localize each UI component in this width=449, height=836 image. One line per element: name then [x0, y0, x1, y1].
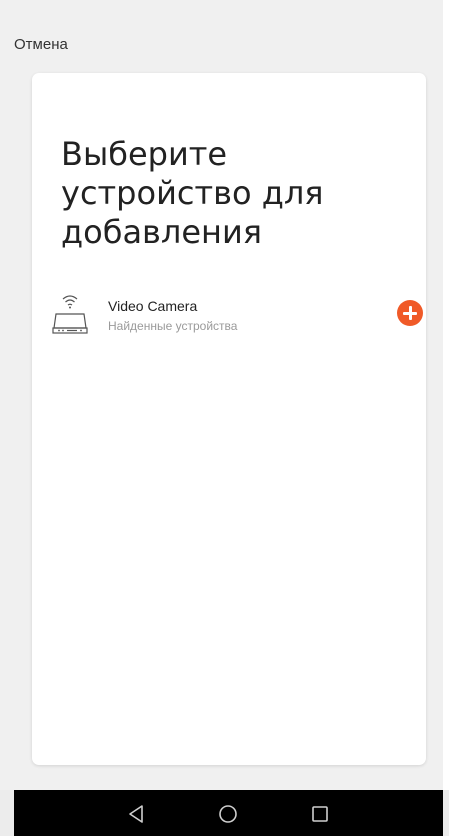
- home-circle-icon[interactable]: [216, 802, 240, 826]
- device-list-item[interactable]: Video Camera Найденные устройства: [50, 291, 423, 337]
- recents-square-icon[interactable]: [308, 802, 332, 826]
- system-nav-bar: [14, 790, 443, 836]
- device-subtitle: Найденные устройства: [108, 319, 238, 333]
- screen-edge: [443, 0, 449, 790]
- device-selection-card: Выберите устройство для добавления Video…: [32, 73, 426, 765]
- page-title: Выберите устройство для добавления: [61, 135, 324, 251]
- app-screen: Отмена Выберите устройство для добавлени…: [0, 0, 443, 790]
- back-triangle-icon[interactable]: [124, 802, 148, 826]
- device-name: Video Camera: [108, 298, 198, 314]
- add-device-button[interactable]: [397, 300, 423, 326]
- video-camera-wifi-icon: [52, 295, 88, 334]
- cancel-button[interactable]: Отмена: [14, 36, 68, 53]
